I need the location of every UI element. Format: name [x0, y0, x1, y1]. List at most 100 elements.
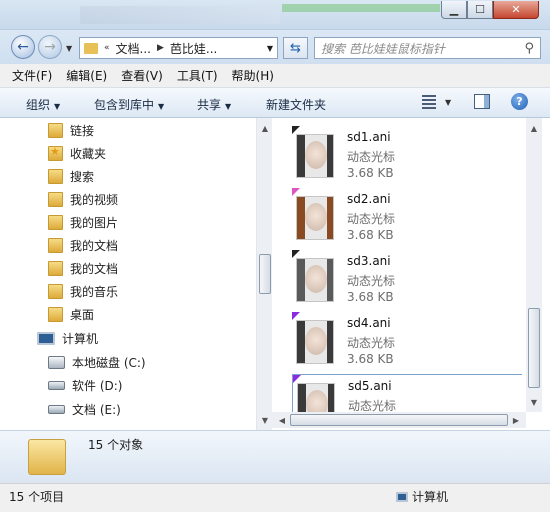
nav-item-documents[interactable]: 我的文档: [48, 237, 118, 254]
doll-cursor-thumbnail: [296, 134, 334, 178]
nav-item-drive-e[interactable]: 文档 (E:): [48, 401, 121, 418]
videos-folder-icon: [48, 192, 63, 207]
nav-item-label: 我的文档: [70, 262, 119, 276]
include-in-library-button[interactable]: 包含到库中 ▼: [94, 96, 164, 113]
maximize-button[interactable]: ☐: [467, 1, 493, 19]
organize-button[interactable]: 组织 ▼: [26, 96, 60, 113]
folder-icon: [84, 42, 98, 54]
command-bar: 组织 ▼ 包含到库中 ▼ 共享 ▼ 新建文件夹 ▼ ?: [0, 88, 550, 118]
cursor-arrow-icon: [293, 375, 301, 383]
file-name: sd4.ani: [347, 316, 391, 330]
scroll-down-icon[interactable]: ▼: [257, 412, 273, 428]
include-in-library-label: 包含到库中: [94, 98, 155, 112]
desktop-folder-icon: [48, 307, 63, 322]
scroll-thumb[interactable]: [528, 308, 540, 388]
nav-item-links[interactable]: 链接: [48, 122, 94, 139]
file-item-sd4[interactable]: sd4.ani 动态光标 3.68 KB: [292, 312, 522, 370]
file-list-scrollbar[interactable]: ▲ ▼: [526, 118, 542, 412]
file-name: sd3.ani: [347, 254, 391, 268]
file-type: 动态光标: [347, 212, 396, 226]
recent-pages-dropdown[interactable]: ▼: [66, 44, 72, 53]
search-icon[interactable]: ⚲: [524, 41, 534, 56]
forward-arrow-icon: →: [44, 39, 56, 55]
background-window-ghost: [80, 6, 280, 24]
file-item-sd3[interactable]: sd3.ani 动态光标 3.68 KB: [292, 250, 522, 308]
menu-bar: 文件(F) 编辑(E) 查看(V) 工具(T) 帮助(H): [0, 64, 550, 88]
address-overflow[interactable]: «: [104, 43, 110, 53]
menu-view[interactable]: 查看(V): [121, 67, 163, 84]
nav-item-favorites[interactable]: 收藏夹: [48, 145, 106, 162]
new-folder-label: 新建文件夹: [266, 98, 327, 112]
music-folder-icon: [48, 284, 63, 299]
scroll-up-icon[interactable]: ▲: [257, 120, 273, 136]
search-input[interactable]: 搜索 芭比娃娃鼠标指针 ⚲: [314, 37, 541, 59]
preview-pane-icon[interactable]: [474, 94, 490, 109]
file-type: 动态光标: [347, 150, 396, 164]
file-size: 3.68 KB: [347, 228, 394, 242]
doll-cursor-thumbnail: [296, 258, 334, 302]
nav-item-videos[interactable]: 我的视频: [48, 191, 118, 208]
nav-item-searches[interactable]: 搜索: [48, 168, 94, 185]
breadcrumb-barbie[interactable]: 芭比娃...: [170, 40, 217, 57]
menu-file[interactable]: 文件(F): [12, 67, 52, 84]
navigation-pane: 链接 收藏夹 搜索 我的视频 我的图片 我的文档 我的文档 我的音乐 桌面 计算…: [0, 118, 272, 430]
nav-item-drive-c[interactable]: 本地磁盘 (C:): [48, 354, 146, 371]
nav-item-label: 链接: [70, 124, 95, 138]
change-view-icon[interactable]: [422, 95, 436, 109]
links-folder-icon: [48, 123, 63, 138]
computer-icon: [396, 491, 408, 502]
view-options-dropdown[interactable]: ▼: [445, 98, 451, 107]
breadcrumb-separator-icon[interactable]: ▶: [157, 43, 164, 53]
nav-item-pictures[interactable]: 我的图片: [48, 214, 118, 231]
minimize-button[interactable]: ▁: [441, 1, 467, 19]
address-bar[interactable]: « 文档... ▶ 芭比娃... ▼: [79, 37, 278, 59]
back-button[interactable]: ←: [11, 35, 35, 59]
nav-item-label: 文档 (E:): [72, 403, 121, 417]
menu-help[interactable]: 帮助(H): [232, 67, 274, 84]
file-type: 动态光标: [347, 274, 396, 288]
search-placeholder: 搜索 芭比娃娃鼠标指针: [321, 41, 445, 56]
refresh-button[interactable]: ⇆: [283, 37, 308, 59]
scroll-thumb[interactable]: [290, 414, 508, 426]
nav-item-drive-d[interactable]: 软件 (D:): [48, 377, 122, 394]
search-folder-icon: [48, 169, 63, 184]
file-item-sd1[interactable]: sd1.ani 动态光标 3.68 KB: [292, 126, 522, 184]
file-item-sd5[interactable]: sd5.ani 动态光标: [292, 374, 522, 412]
scroll-up-icon[interactable]: ▲: [526, 120, 542, 136]
close-button[interactable]: ✕: [493, 1, 539, 19]
nav-item-desktop[interactable]: 桌面: [48, 306, 94, 323]
chevron-down-icon: ▼: [158, 102, 165, 111]
nav-item-computer[interactable]: 计算机: [37, 330, 98, 347]
scroll-left-icon[interactable]: ◀: [274, 412, 290, 428]
cursor-arrow-icon: [292, 188, 300, 196]
organize-label: 组织: [26, 98, 51, 112]
help-icon[interactable]: ?: [511, 93, 528, 110]
scroll-right-icon[interactable]: ▶: [508, 412, 524, 428]
scroll-thumb[interactable]: [259, 254, 271, 294]
share-button[interactable]: 共享 ▼: [197, 96, 231, 113]
breadcrumb-documents[interactable]: 文档...: [116, 40, 151, 57]
nav-item-label: 我的视频: [70, 193, 119, 207]
drive-icon: [48, 381, 65, 390]
refresh-icon: ⇆: [290, 40, 301, 56]
address-dropdown-icon[interactable]: ▼: [267, 44, 277, 53]
menu-tools[interactable]: 工具(T): [177, 67, 218, 84]
item-count: 15 个项目: [9, 490, 65, 504]
nav-item-documents-2[interactable]: 我的文档: [48, 260, 118, 277]
file-name: sd5.ani: [348, 379, 392, 393]
file-item-sd2[interactable]: sd2.ani 动态光标 3.68 KB: [292, 188, 522, 246]
nav-item-label: 计算机: [62, 332, 99, 346]
nav-pane-scrollbar[interactable]: ▲ ▼: [256, 118, 272, 430]
menu-edit[interactable]: 编辑(E): [66, 67, 107, 84]
nav-item-music[interactable]: 我的音乐: [48, 283, 118, 300]
chevron-down-icon: ▼: [54, 102, 61, 111]
folder-icon: [28, 439, 66, 475]
nav-item-label: 桌面: [70, 308, 95, 322]
scroll-down-icon[interactable]: ▼: [526, 394, 542, 410]
file-name: sd1.ani: [347, 130, 391, 144]
object-count: 15 个对象: [88, 438, 144, 452]
new-folder-button[interactable]: 新建文件夹: [266, 96, 326, 113]
cursor-arrow-icon: [292, 250, 300, 258]
file-list-hscrollbar[interactable]: ◀ ▶: [272, 412, 526, 428]
forward-button[interactable]: →: [38, 35, 62, 59]
